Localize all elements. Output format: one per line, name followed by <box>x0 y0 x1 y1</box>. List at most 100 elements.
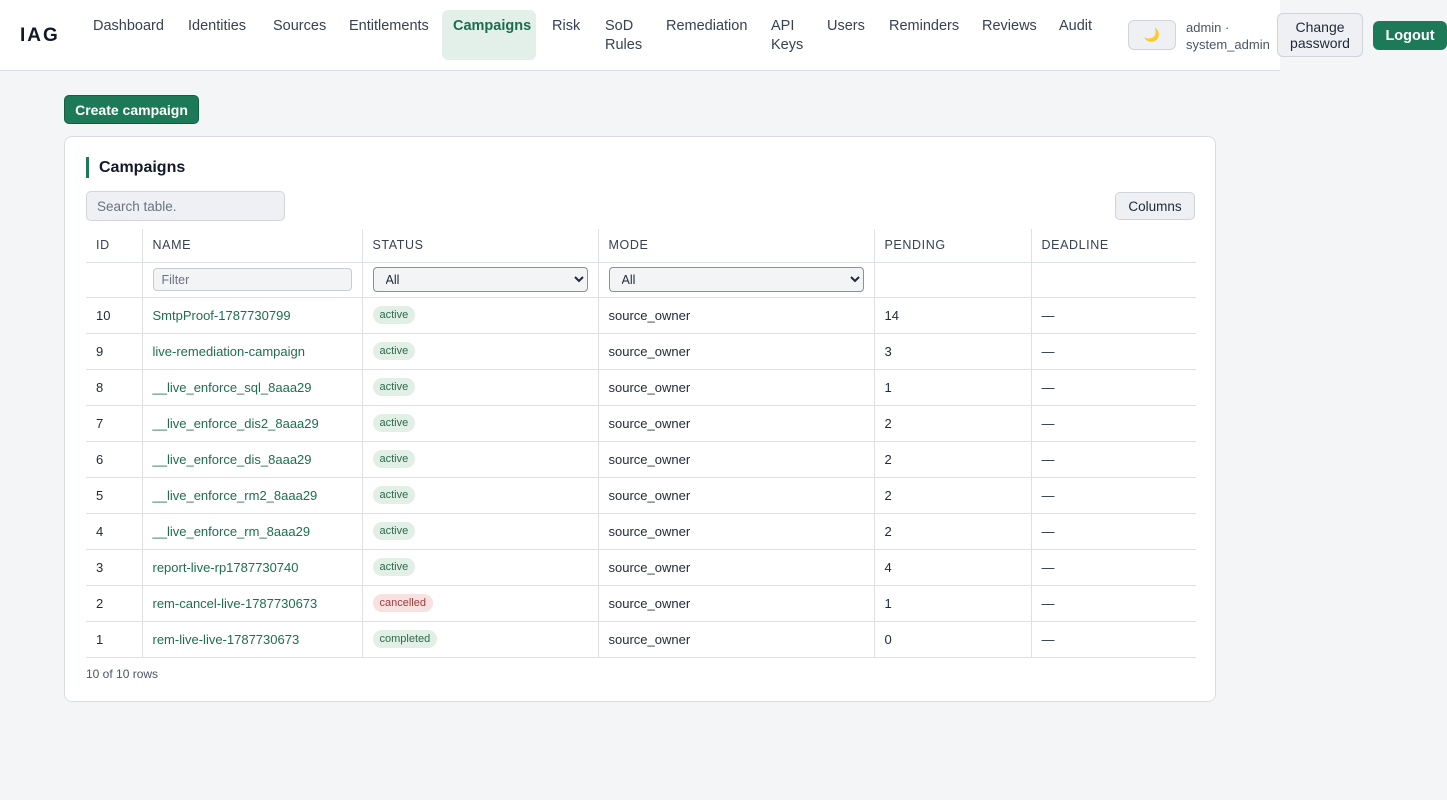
cell-name: __live_enforce_dis2_8aaa29 <box>141 405 362 442</box>
cell-deadline: — <box>1030 549 1196 586</box>
cell-id: 4 <box>86 513 142 550</box>
nav-sod-rules[interactable]: SoD Rules <box>594 10 650 60</box>
table-row[interactable]: 1 rem-live-live-1787730673 completed source… <box>86 621 1196 658</box>
table-row[interactable]: 8 __live_enforce_sql_8aaa29 active source_o… <box>86 369 1196 406</box>
cell-id: 10 <box>86 297 142 334</box>
filter-cell-name <box>141 262 362 298</box>
cell-id: 6 <box>86 441 142 478</box>
cell-deadline: — <box>1030 585 1196 622</box>
cell-status: active <box>361 333 598 370</box>
cell-name: __live_enforce_sql_8aaa29 <box>141 369 362 406</box>
campaign-name-link[interactable]: live-remediation-campaign <box>153 344 305 359</box>
cell-pending: 1 <box>873 585 1031 622</box>
cell-pending: 3 <box>873 333 1031 370</box>
cell-status: completed <box>361 621 598 658</box>
column-header-deadline[interactable]: DEADLINE <box>1030 229 1196 263</box>
nav-audit[interactable]: Audit <box>1048 10 1103 60</box>
cell-mode: source_owner <box>597 369 874 406</box>
nav-users[interactable]: Users <box>816 10 876 60</box>
table-row[interactable]: 6 __live_enforce_dis_8aaa29 active source_o… <box>86 441 1196 478</box>
nav-risk[interactable]: Risk <box>541 10 591 60</box>
nav-campaigns[interactable]: Campaigns <box>442 10 536 60</box>
campaign-name-link[interactable]: __live_enforce_rm2_8aaa29 <box>153 488 318 503</box>
cell-name: live-remediation-campaign <box>141 333 362 370</box>
column-header-name[interactable]: NAME <box>141 229 362 263</box>
column-header-status[interactable]: STATUS <box>361 229 598 263</box>
moon-icon: 🌙 <box>1143 27 1161 42</box>
cell-pending: 2 <box>873 441 1031 478</box>
cell-mode: source_owner <box>597 549 874 586</box>
status-badge: active <box>372 306 416 324</box>
nav-entitlements[interactable]: Entitlements <box>338 10 440 60</box>
nav-reviews[interactable]: Reviews <box>971 10 1048 60</box>
table-row[interactable]: 10 SmtpProof-1787730799 active source_owner… <box>86 297 1196 334</box>
cell-name: rem-cancel-live-1787730673 <box>141 585 362 622</box>
status-badge: active <box>372 558 416 576</box>
cell-mode: source_owner <box>597 297 874 334</box>
campaign-name-link[interactable]: report-live-rp1787730740 <box>153 560 299 575</box>
campaign-name-link[interactable]: rem-live-live-1787730673 <box>153 632 300 647</box>
user-role-text: admin · system_admin <box>1186 20 1270 52</box>
create-campaign-button[interactable]: Create campaign <box>64 95 199 124</box>
table-row[interactable]: 2 rem-cancel-live-1787730673 cancelled sour… <box>86 585 1196 622</box>
row-count-label: 10 of 10 rows <box>86 667 159 681</box>
campaign-name-link[interactable]: __live_enforce_dis_8aaa29 <box>153 452 312 467</box>
cell-mode: source_owner <box>597 513 874 550</box>
status-badge: completed <box>372 630 438 648</box>
cell-mode: source_owner <box>597 585 874 622</box>
theme-toggle-button[interactable]: 🌙 <box>1128 20 1176 50</box>
cell-status: active <box>361 441 598 478</box>
filter-cell-deadline <box>1030 262 1196 298</box>
user-role-label: admin · system_admin <box>1186 19 1272 53</box>
nav-remediation[interactable]: Remediation <box>655 10 758 60</box>
table-body: 10 SmtpProof-1787730799 active source_owner… <box>86 297 1196 658</box>
campaign-name-link[interactable]: __live_enforce_sql_8aaa29 <box>153 380 312 395</box>
filter-cell-status: All <box>361 262 598 298</box>
cell-mode: source_owner <box>597 405 874 442</box>
nav-reminders[interactable]: Reminders <box>878 10 970 60</box>
cell-mode: source_owner <box>597 477 874 514</box>
filter-cell-id <box>86 262 142 298</box>
status-filter-select[interactable]: All <box>372 267 588 292</box>
search-input[interactable] <box>86 191 285 221</box>
mode-filter-select[interactable]: All <box>608 267 864 292</box>
campaign-name-link[interactable]: SmtpProof-1787730799 <box>153 308 291 323</box>
campaign-name-link[interactable]: __live_enforce_rm_8aaa29 <box>153 524 311 539</box>
column-header-mode[interactable]: MODE <box>597 229 874 263</box>
nav-api-keys[interactable]: API Keys <box>760 10 812 60</box>
cell-status: active <box>361 297 598 334</box>
nav-dashboard[interactable]: Dashboard <box>82 10 175 60</box>
table-row[interactable]: 9 live-remediation-campaign active source_o… <box>86 333 1196 370</box>
status-badge: active <box>372 378 416 396</box>
campaign-name-link[interactable]: rem-cancel-live-1787730673 <box>153 596 318 611</box>
name-filter-input[interactable] <box>152 268 352 291</box>
table-row[interactable]: 7 __live_enforce_dis2_8aaa29 active source_… <box>86 405 1196 442</box>
cell-id: 1 <box>86 621 142 658</box>
table-row[interactable]: 3 report-live-rp1787730740 active source_ow… <box>86 549 1196 586</box>
cell-id: 7 <box>86 405 142 442</box>
cell-deadline: — <box>1030 513 1196 550</box>
cell-deadline: — <box>1030 405 1196 442</box>
nav-sources[interactable]: Sources <box>262 10 337 60</box>
nav-identities[interactable]: Identities <box>177 10 257 60</box>
column-header-id[interactable]: ID <box>86 229 142 263</box>
column-header-pending[interactable]: PENDING <box>873 229 1031 263</box>
status-badge: cancelled <box>372 594 433 612</box>
cell-name: __live_enforce_dis_8aaa29 <box>141 441 362 478</box>
cell-pending: 4 <box>873 549 1031 586</box>
columns-button[interactable]: Columns <box>1115 192 1195 220</box>
change-password-button[interactable]: Change password <box>1277 13 1363 57</box>
cell-deadline: — <box>1030 441 1196 478</box>
cell-deadline: — <box>1030 297 1196 334</box>
cell-deadline: — <box>1030 369 1196 406</box>
cell-name: rem-live-live-1787730673 <box>141 621 362 658</box>
logout-button[interactable]: Logout <box>1373 21 1447 50</box>
table-row[interactable]: 4 __live_enforce_rm_8aaa29 active source_ow… <box>86 513 1196 550</box>
cell-pending: 2 <box>873 477 1031 514</box>
filter-cell-mode: All <box>597 262 874 298</box>
campaign-name-link[interactable]: __live_enforce_dis2_8aaa29 <box>153 416 319 431</box>
cell-pending: 1 <box>873 369 1031 406</box>
card-title: Campaigns <box>86 157 185 178</box>
table-row[interactable]: 5 __live_enforce_rm2_8aaa29 active source_o… <box>86 477 1196 514</box>
cell-name: __live_enforce_rm2_8aaa29 <box>141 477 362 514</box>
